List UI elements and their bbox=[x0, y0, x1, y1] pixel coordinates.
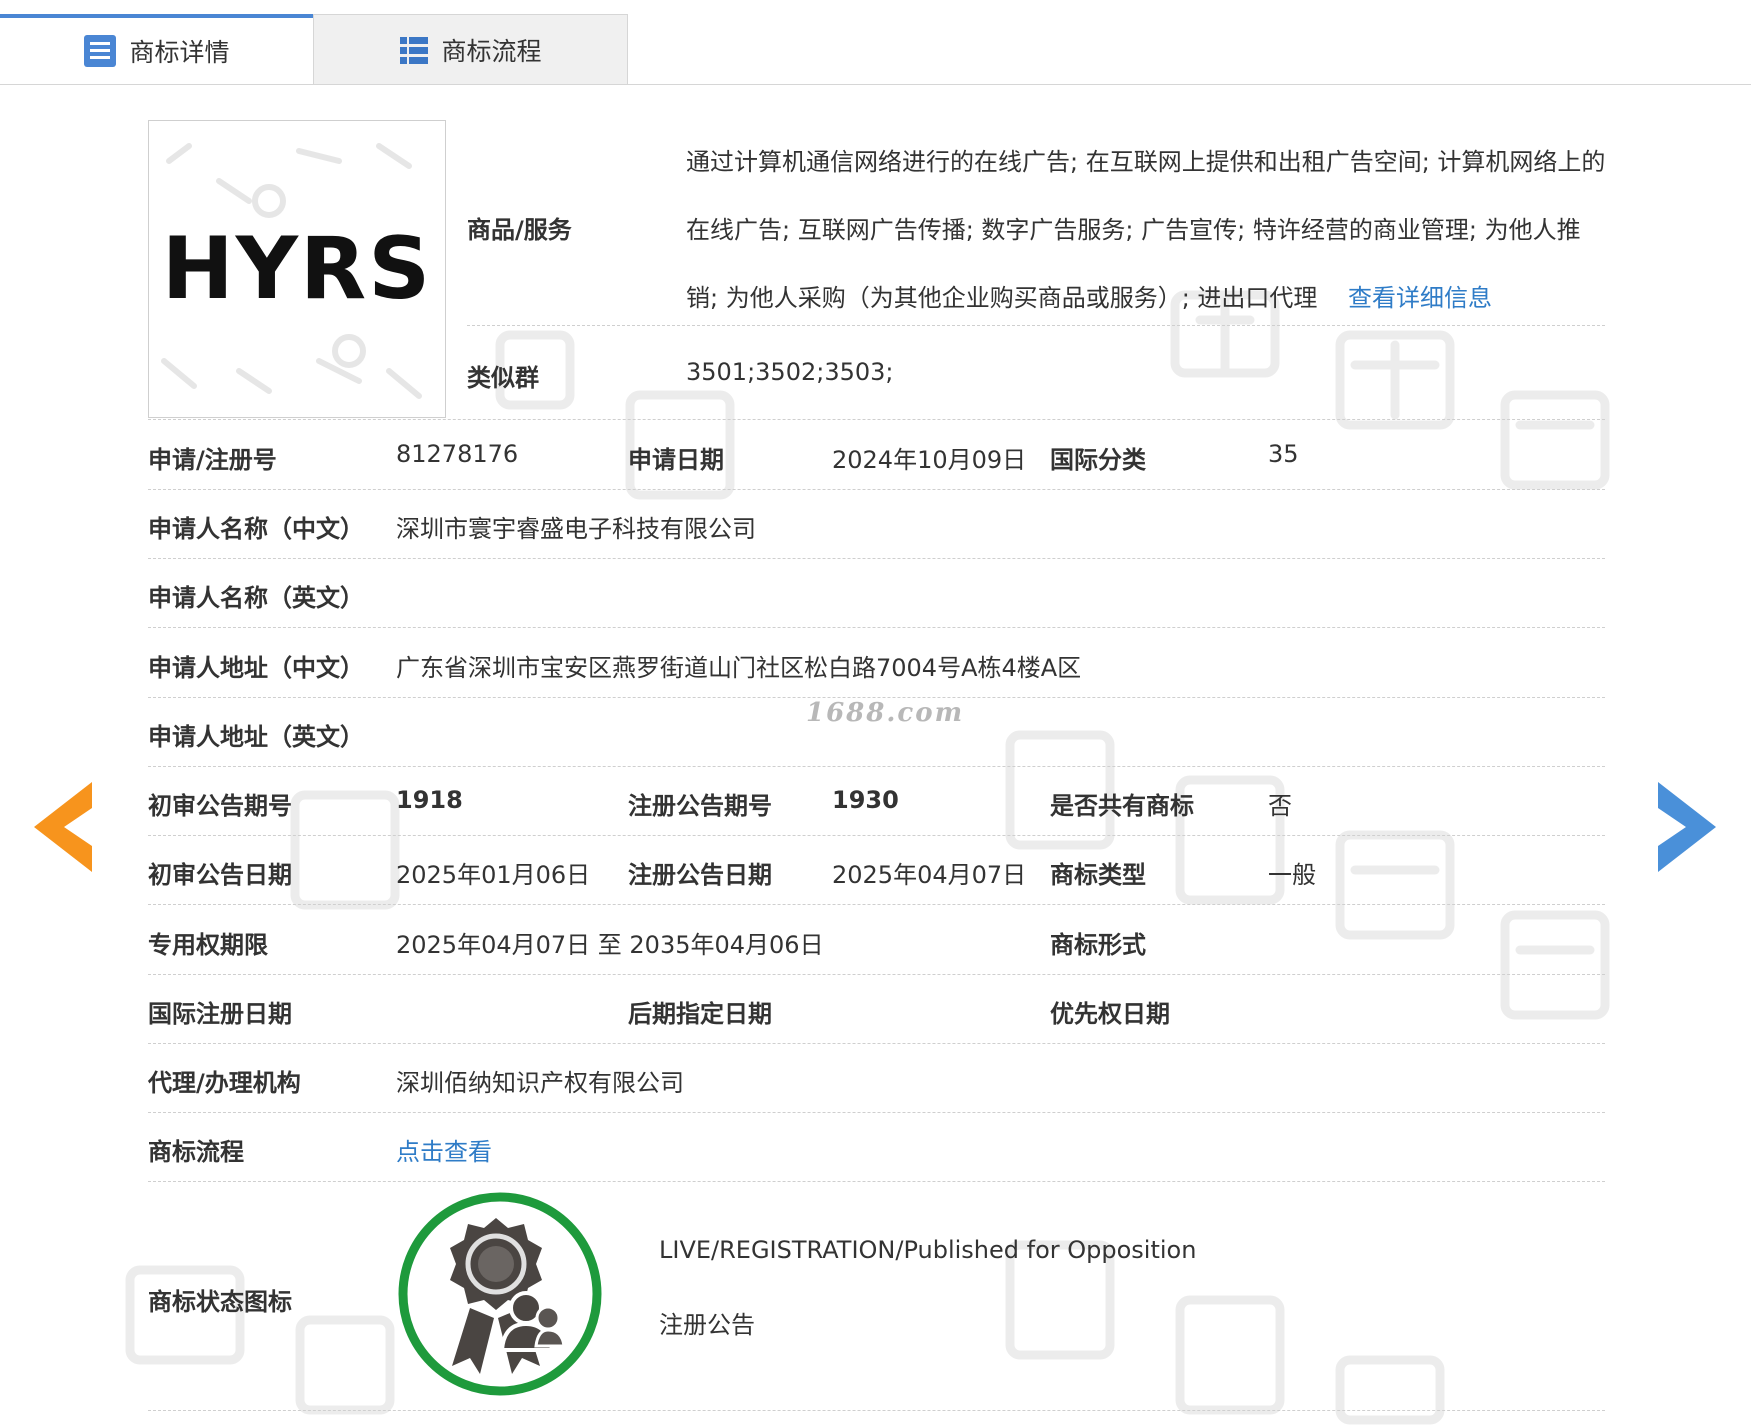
tab-label: 商标流程 bbox=[441, 36, 542, 66]
reg-date-value: 2025年04月07日 bbox=[832, 861, 1027, 889]
tm-form-label: 商标形式 bbox=[1050, 931, 1146, 959]
reg-no-value: 81278176 bbox=[396, 440, 519, 468]
site-watermark: 1688.com bbox=[806, 698, 965, 728]
intl-class-value: 35 bbox=[1268, 440, 1299, 468]
address-cn-label: 申请人地址（中文） bbox=[148, 654, 364, 682]
divider bbox=[148, 558, 1605, 559]
divider bbox=[148, 766, 1605, 767]
agency-label: 代理/办理机构 bbox=[148, 1069, 301, 1097]
address-en-label: 申请人地址（英文） bbox=[148, 723, 364, 751]
apply-date-value: 2024年10月09日 bbox=[832, 446, 1027, 474]
chevron-right-icon bbox=[1658, 782, 1716, 872]
status-icon-label: 商标状态图标 bbox=[148, 1288, 292, 1316]
view-details-link[interactable]: 查看详细信息 bbox=[1348, 284, 1492, 312]
applicant-cn-label: 申请人名称（中文） bbox=[148, 515, 364, 543]
address-cn-value: 广东省深圳市宝安区燕罗街道山门社区松白路7004号A栋4楼A区 bbox=[396, 654, 1082, 682]
agency-value: 深圳佰纳知识产权有限公司 bbox=[396, 1069, 684, 1097]
logo-wordmark: HYRS bbox=[161, 219, 433, 319]
shared-value: 否 bbox=[1268, 792, 1292, 820]
tm-type-label: 商标类型 bbox=[1050, 861, 1146, 889]
shared-label: 是否共有商标 bbox=[1050, 792, 1194, 820]
apply-date-label: 申请日期 bbox=[628, 446, 724, 474]
trademark-image[interactable]: HYRS bbox=[148, 120, 446, 418]
divider bbox=[148, 489, 1605, 490]
tab-label: 商标详情 bbox=[129, 38, 230, 67]
reg-issue-value: 1930 bbox=[832, 786, 899, 814]
divider bbox=[148, 1181, 1605, 1182]
reg-no-label: 申请/注册号 bbox=[148, 446, 277, 474]
tm-type-value: 一般 bbox=[1268, 861, 1316, 889]
grid-list-icon bbox=[399, 35, 429, 65]
applicant-cn-value: 深圳市寰宇睿盛电子科技有限公司 bbox=[396, 515, 756, 543]
next-button[interactable] bbox=[1658, 782, 1716, 876]
divider bbox=[148, 974, 1605, 975]
document-list-icon bbox=[83, 34, 117, 68]
prelim-issue-label: 初审公告期号 bbox=[148, 792, 292, 820]
tab-trademark-detail[interactable]: 商标详情 bbox=[0, 14, 313, 84]
goods-services-label: 商品/服务 bbox=[467, 216, 572, 244]
flow-label: 商标流程 bbox=[148, 1138, 244, 1166]
term-label: 专用权期限 bbox=[148, 931, 268, 959]
divider bbox=[148, 627, 1605, 628]
later-date-label: 后期指定日期 bbox=[628, 1000, 772, 1028]
divider bbox=[148, 1043, 1605, 1044]
reg-issue-label: 注册公告期号 bbox=[628, 792, 772, 820]
intl-class-label: 国际分类 bbox=[1050, 446, 1146, 474]
tab-trademark-flow[interactable]: 商标流程 bbox=[313, 14, 628, 84]
intl-reg-date-label: 国际注册日期 bbox=[148, 1000, 292, 1028]
divider bbox=[148, 419, 1605, 420]
divider bbox=[148, 1410, 1605, 1411]
priority-date-label: 优先权日期 bbox=[1050, 1000, 1170, 1028]
reg-date-label: 注册公告日期 bbox=[628, 861, 772, 889]
award-badge-icon bbox=[396, 1190, 604, 1402]
applicant-en-label: 申请人名称（英文） bbox=[148, 584, 364, 612]
prelim-date-label: 初审公告日期 bbox=[148, 861, 292, 889]
prelim-issue-value: 1918 bbox=[396, 786, 463, 814]
chevron-left-icon bbox=[34, 782, 92, 872]
divider bbox=[148, 904, 1605, 905]
goods-services-value: 通过计算机通信网络进行的在线广告; 在互联网上提供和出租广告空间; 计算机网络上… bbox=[686, 128, 1606, 332]
status-cn-value: 注册公告 bbox=[659, 1311, 755, 1339]
tab-bar: 商标详情 商标流程 bbox=[0, 0, 1751, 85]
view-flow-link[interactable]: 点击查看 bbox=[396, 1132, 492, 1167]
prelim-date-value: 2025年01月06日 bbox=[396, 861, 591, 889]
similar-group-value: 3501;3502;3503; bbox=[686, 358, 894, 386]
similar-group-label: 类似群 bbox=[467, 364, 539, 392]
status-en-value: LIVE/REGISTRATION/Published for Oppositi… bbox=[659, 1236, 1197, 1264]
divider bbox=[148, 835, 1605, 836]
divider bbox=[148, 1112, 1605, 1113]
term-value: 2025年04月07日 至 2035年04月06日 bbox=[396, 931, 824, 959]
prev-button[interactable] bbox=[34, 782, 92, 876]
divider bbox=[467, 325, 1605, 326]
